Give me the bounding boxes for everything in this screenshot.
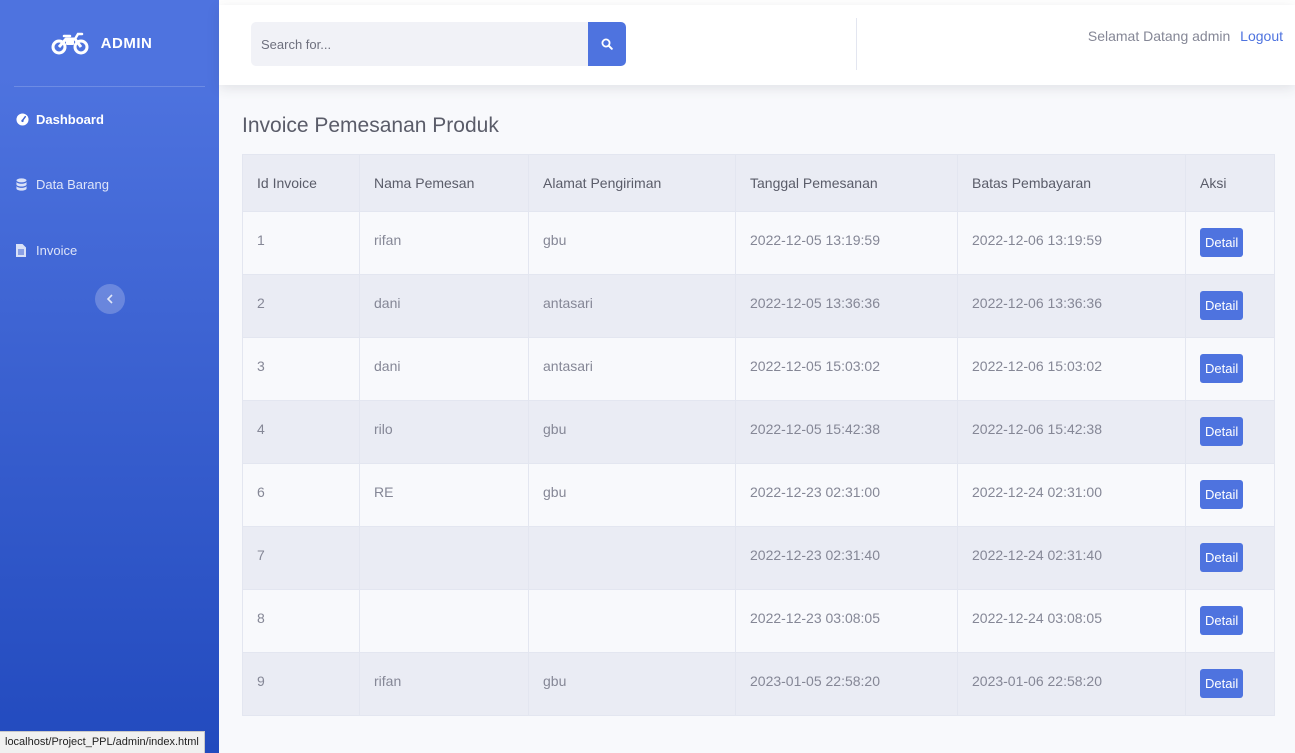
cell-id: 9 (242, 652, 360, 716)
cell-tanggal: 2022-12-05 15:42:38 (735, 400, 958, 464)
cell-tanggal: 2022-12-23 03:08:05 (735, 589, 958, 653)
cell-alamat: gbu (528, 211, 736, 275)
chevron-left-icon (106, 294, 113, 304)
cell-nama (359, 589, 529, 653)
cell-tanggal: 2022-12-23 02:31:00 (735, 463, 958, 527)
sidebar-item-data-barang[interactable]: Data Barang (0, 151, 219, 217)
cell-alamat (528, 526, 736, 590)
user-area: Selamat Datang admin Logout (1088, 28, 1283, 44)
column-header: Tanggal Pemesanan (735, 154, 958, 212)
detail-button[interactable]: Detail (1200, 354, 1244, 383)
database-icon (16, 177, 29, 191)
cell-batas: 2022-12-24 03:08:05 (957, 589, 1186, 653)
detail-button[interactable]: Detail (1200, 606, 1244, 635)
status-bar-url: localhost/Project_PPL/admin/index.html (0, 731, 205, 753)
cell-aksi: Detail (1185, 589, 1275, 653)
cell-tanggal: 2022-12-23 02:31:40 (735, 526, 958, 590)
detail-button[interactable]: Detail (1200, 669, 1244, 698)
cell-nama: dani (359, 337, 529, 401)
cell-aksi: Detail (1185, 652, 1275, 716)
cell-aksi: Detail (1185, 337, 1275, 401)
cell-batas: 2023-01-06 22:58:20 (957, 652, 1186, 716)
cell-tanggal: 2023-01-05 22:58:20 (735, 652, 958, 716)
brand-text: ADMIN (100, 34, 153, 52)
table-row: 6 RE gbu 2022-12-23 02:31:00 2022-12-24 … (242, 463, 1275, 527)
detail-button[interactable]: Detail (1200, 228, 1244, 257)
sidebar-item-label: Dashboard (36, 111, 104, 127)
search-button[interactable] (588, 22, 626, 66)
sidebar-toggle-button[interactable] (95, 284, 125, 314)
table-row: 1 rifan gbu 2022-12-05 13:19:59 2022-12-… (242, 211, 1275, 275)
table-row: 4 rilo gbu 2022-12-05 15:42:38 2022-12-0… (242, 400, 1275, 464)
cell-aksi: Detail (1185, 400, 1275, 464)
cell-aksi: Detail (1185, 463, 1275, 527)
column-header: Alamat Pengiriman (528, 154, 736, 212)
column-header: Aksi (1185, 154, 1275, 212)
cell-aksi: Detail (1185, 274, 1275, 338)
cell-alamat (528, 589, 736, 653)
cell-batas: 2022-12-24 02:31:40 (957, 526, 1186, 590)
cell-alamat: antasari (528, 337, 736, 401)
cell-id: 2 (242, 274, 360, 338)
topbar-divider (856, 18, 857, 70)
cell-nama: rifan (359, 652, 529, 716)
detail-button[interactable]: Detail (1200, 480, 1244, 509)
cell-batas: 2022-12-06 15:42:38 (957, 400, 1186, 464)
cell-id: 7 (242, 526, 360, 590)
cell-batas: 2022-12-06 13:36:36 (957, 274, 1186, 338)
table-row: 7 2022-12-23 02:31:40 2022-12-24 02:31:4… (242, 526, 1275, 590)
detail-button[interactable]: Detail (1200, 291, 1244, 320)
table-row: 3 dani antasari 2022-12-05 15:03:02 2022… (242, 337, 1275, 401)
cell-alamat: gbu (528, 463, 736, 527)
sidebar-brand[interactable]: ADMIN (0, 0, 211, 86)
sidebar-item-dashboard[interactable]: Dashboard (0, 87, 219, 151)
cell-alamat: gbu (528, 400, 736, 464)
cell-batas: 2022-12-06 15:03:02 (957, 337, 1186, 401)
invoice-table: Id Invoice Nama Pemesan Alamat Pengirima… (242, 154, 1275, 716)
cell-id: 6 (242, 463, 360, 527)
cell-id: 1 (242, 211, 360, 275)
cell-nama (359, 526, 529, 590)
cell-aksi: Detail (1185, 211, 1275, 275)
cell-batas: 2022-12-24 02:31:00 (957, 463, 1186, 527)
logout-link[interactable]: Logout (1240, 28, 1283, 44)
topbar: Selamat Datang admin Logout (219, 5, 1295, 85)
cell-tanggal: 2022-12-05 13:36:36 (735, 274, 958, 338)
cell-alamat: antasari (528, 274, 736, 338)
column-header: Nama Pemesan (359, 154, 529, 212)
table-row: 8 2022-12-23 03:08:05 2022-12-24 03:08:0… (242, 589, 1275, 653)
cell-id: 3 (242, 337, 360, 401)
cell-nama: rifan (359, 211, 529, 275)
tachometer-icon (16, 112, 29, 126)
sidebar: ADMIN Dashboard Data Barang Invoice (0, 0, 219, 753)
cell-nama: dani (359, 274, 529, 338)
cell-nama: rilo (359, 400, 529, 464)
cell-alamat: gbu (528, 652, 736, 716)
column-header: Id Invoice (242, 154, 360, 212)
cell-aksi: Detail (1185, 526, 1275, 590)
sidebar-item-invoice[interactable]: Invoice (0, 217, 219, 283)
detail-button[interactable]: Detail (1200, 417, 1244, 446)
cell-tanggal: 2022-12-05 13:19:59 (735, 211, 958, 275)
cell-id: 8 (242, 589, 360, 653)
table-row: 9 rifan gbu 2023-01-05 22:58:20 2023-01-… (242, 652, 1275, 716)
file-icon (16, 243, 29, 257)
detail-button[interactable]: Detail (1200, 543, 1244, 572)
search-input[interactable] (251, 22, 588, 66)
table-header-row: Id Invoice Nama Pemesan Alamat Pengirima… (242, 154, 1275, 212)
search-icon (601, 38, 613, 50)
sidebar-item-label: Invoice (36, 242, 78, 258)
cell-id: 4 (242, 400, 360, 464)
motorcycle-icon (51, 32, 89, 55)
sidebar-item-label: Data Barang (36, 176, 109, 192)
table-row: 2 dani antasari 2022-12-05 13:36:36 2022… (242, 274, 1275, 338)
cell-batas: 2022-12-06 13:19:59 (957, 211, 1186, 275)
cell-tanggal: 2022-12-05 15:03:02 (735, 337, 958, 401)
cell-nama: RE (359, 463, 529, 527)
page-title: Invoice Pemesanan Produk (242, 114, 499, 137)
welcome-text: Selamat Datang admin (1087, 28, 1231, 44)
search-form (251, 22, 626, 66)
column-header: Batas Pembayaran (957, 154, 1186, 212)
